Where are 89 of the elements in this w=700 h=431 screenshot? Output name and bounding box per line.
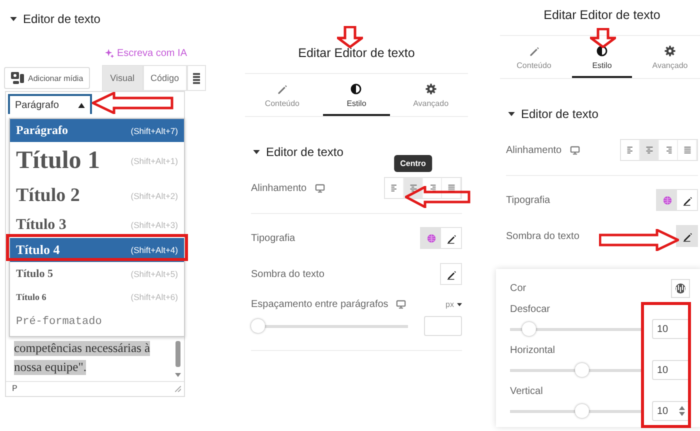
align-left-icon: [626, 146, 634, 154]
scrollbar[interactable]: [175, 341, 181, 379]
row-label: Tipografia: [506, 194, 550, 206]
edit-button[interactable]: [677, 226, 697, 246]
selected-text: competências necessárias à: [14, 341, 150, 356]
align-right-icon: [428, 184, 436, 192]
selected-text: nossa equipe".: [14, 360, 86, 375]
sparkle-icon: [104, 49, 114, 58]
arrow-annotation: [405, 186, 471, 208]
tooltip: Centro: [394, 155, 432, 172]
pencil-icon: [446, 232, 456, 244]
panel-tab[interactable]: Conteúdo: [249, 74, 316, 116]
monitor-icon: [570, 146, 580, 154]
panel-title: Editar Editor de texto: [245, 46, 468, 74]
panel-tab[interactable]: Avançado: [398, 74, 464, 116]
pencil-icon: [682, 230, 692, 242]
arrow-annotation: [590, 28, 616, 48]
unit-select[interactable]: px: [446, 300, 462, 309]
format-menu-item[interactable]: Título 1 (Shift+Alt+1): [10, 142, 184, 180]
ai-write-link[interactable]: Escreva com IA: [104, 48, 187, 59]
editor-mode-tab[interactable]: Código: [142, 65, 188, 91]
number-input[interactable]: 10: [652, 401, 690, 421]
format-menu-item[interactable]: Pré-formatado: [10, 308, 184, 336]
panel-tab[interactable]: Avançado: [640, 36, 700, 78]
number-input[interactable]: 10: [652, 319, 690, 339]
format-menu-item[interactable]: Título 2 (Shift+Alt+2): [10, 180, 184, 212]
toolbar-toggle[interactable]: [187, 65, 206, 91]
pencil-icon: [446, 268, 456, 280]
slider-thumb[interactable]: [574, 363, 589, 377]
media-icon: [11, 72, 24, 84]
align-justify-icon: [682, 146, 692, 154]
caret-icon[interactable]: [10, 16, 17, 22]
row-label: Sombra do texto: [251, 268, 324, 280]
section-title: Editor de texto: [521, 107, 598, 121]
arrow-annotation: [337, 26, 363, 48]
section-title: Editor de texto: [23, 12, 100, 26]
align-justify-icon: [446, 184, 456, 192]
row-label: Espaçamento entre parágrafos: [251, 299, 388, 310]
row-label: Sombra do texto: [506, 230, 580, 242]
monitor-icon: [314, 184, 325, 192]
slider-thumb[interactable]: [251, 319, 265, 333]
gear-icon: [664, 45, 676, 57]
pencil-icon: [276, 83, 288, 95]
gear-icon: [424, 83, 437, 95]
stack-icon: [193, 72, 200, 84]
field-label: Horizontal: [510, 345, 556, 356]
editor-mode-tab[interactable]: Visual: [102, 65, 142, 91]
row-label: Alinhamento: [506, 144, 562, 156]
color-swatch-icon: [675, 283, 686, 294]
slider-thumb[interactable]: [574, 404, 589, 418]
caret-icon: [78, 102, 85, 108]
slider-thumb[interactable]: [522, 322, 536, 336]
panel-tab[interactable]: Estilo: [323, 74, 390, 116]
format-menu-item[interactable]: Título 3 (Shift+Alt+3): [10, 212, 184, 238]
caret-icon[interactable]: [508, 112, 515, 116]
format-menu-item[interactable]: Título 5 (Shift+Alt+5): [10, 262, 184, 286]
pencil-icon: [528, 45, 540, 57]
field-label: Desfocar: [510, 304, 552, 315]
caret-icon[interactable]: [253, 150, 260, 154]
caret-icon: [457, 302, 462, 306]
format-select[interactable]: Parágrafo: [8, 94, 92, 114]
field-label: Cor: [510, 283, 526, 294]
globe-icon: [662, 194, 672, 206]
section-title: Editor de texto: [266, 145, 344, 159]
format-menu-item[interactable]: Parágrafo (Shift+Alt+7): [10, 119, 184, 142]
row-label: Tipografia: [251, 232, 296, 244]
element-path: P: [12, 384, 18, 394]
panel-tab[interactable]: Estilo: [572, 36, 632, 78]
contrast-icon: [350, 83, 362, 95]
field-label: Vertical: [510, 386, 544, 397]
monitor-icon: [396, 300, 406, 309]
number-input[interactable]: [424, 316, 462, 336]
number-input[interactable]: 10: [652, 360, 690, 380]
globe-icon: [426, 232, 436, 244]
color-picker[interactable]: [671, 279, 690, 298]
align-center-icon: [408, 184, 418, 192]
format-menu-item[interactable]: Título 6 (Shift+Alt+6): [10, 286, 184, 308]
align-left-icon: [390, 184, 398, 192]
align-center-icon: [644, 146, 654, 154]
pencil-icon: [682, 194, 692, 206]
resize-grip-icon[interactable]: [175, 386, 181, 392]
add-media-button[interactable]: Adicionar mídia: [4, 67, 90, 89]
panel-tab[interactable]: Conteúdo: [504, 36, 564, 78]
stepper-icon[interactable]: [679, 406, 685, 416]
panel-title: Editar Editor de texto: [500, 8, 700, 36]
row-label: Alinhamento: [251, 182, 307, 194]
align-right-icon: [664, 146, 672, 154]
contrast-icon: [596, 45, 608, 57]
align-button[interactable]: [640, 140, 659, 160]
